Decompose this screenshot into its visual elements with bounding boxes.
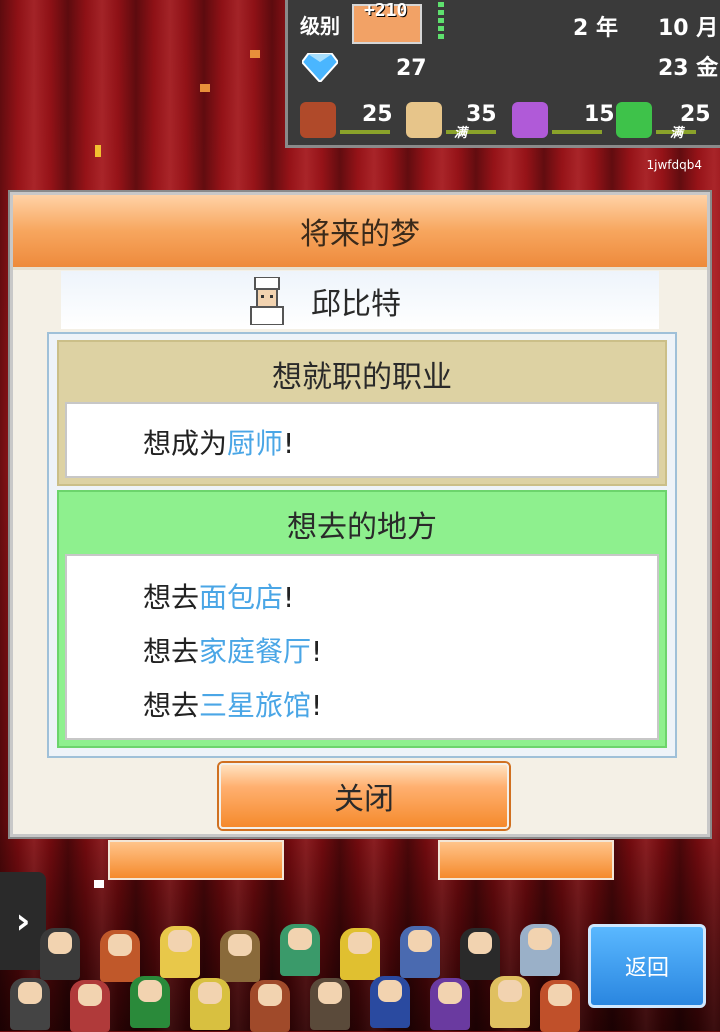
crowd-character bbox=[130, 976, 170, 1028]
job-name: 厨师 bbox=[227, 427, 284, 460]
crowd-character bbox=[40, 928, 80, 980]
resource-bar: 25 35 满 15 25 满 bbox=[294, 100, 719, 141]
place-line: 想去家庭餐厅! bbox=[143, 635, 323, 668]
place-name: 三星旅馆 bbox=[199, 689, 312, 722]
crowd-character bbox=[160, 926, 200, 978]
crowd-character bbox=[370, 976, 410, 1028]
place-name: 家庭餐厅 bbox=[199, 635, 312, 668]
crowd-character bbox=[250, 980, 290, 1032]
character-crowd bbox=[10, 920, 580, 1032]
book-icon bbox=[616, 102, 652, 138]
resource-value: 15 bbox=[584, 102, 615, 127]
resource-food: 25 bbox=[300, 100, 400, 140]
place-name: 面包店 bbox=[199, 581, 284, 614]
dream-info-box: 想就职的职业 想成为厨师! 想去的地方 想去面包店! 想去家庭餐厅! 想去三星旅… bbox=[47, 332, 677, 758]
status-panel: 级别 +210 2 年 10 月 27 23 金 25 35 满 15 25 满 bbox=[285, 0, 720, 148]
place-section-body: 想去面包店! 想去家庭餐厅! 想去三星旅馆! bbox=[65, 554, 659, 740]
place-section-heading: 想去的地方 bbox=[287, 510, 437, 545]
gold-display: 23 金 bbox=[658, 56, 719, 81]
confetti-piece bbox=[95, 145, 101, 157]
job-section-body: 想成为厨师! bbox=[65, 402, 659, 478]
place-section: 想去的地方 想去面包店! 想去家庭餐厅! 想去三星旅馆! bbox=[57, 490, 667, 748]
crowd-character bbox=[70, 980, 110, 1032]
chef-character-icon bbox=[250, 277, 284, 325]
orange-tab-right[interactable] bbox=[438, 840, 614, 880]
character-name-strip: 邱比特 bbox=[61, 271, 659, 329]
gem-count: 27 bbox=[396, 56, 427, 81]
diamond-icon bbox=[302, 53, 338, 82]
crowd-character bbox=[220, 930, 260, 982]
close-button[interactable]: 关闭 bbox=[219, 763, 509, 829]
place-line: 想去面包店! bbox=[143, 581, 295, 614]
crowd-character bbox=[100, 930, 140, 982]
crowd-character bbox=[540, 980, 580, 1032]
resource-full-badge: 满 bbox=[454, 126, 468, 141]
crowd-character bbox=[460, 928, 500, 980]
resource-music: 15 bbox=[512, 100, 615, 140]
crowd-character bbox=[400, 926, 440, 978]
resource-full-badge: 满 bbox=[670, 126, 684, 141]
resource-value: 35 bbox=[466, 102, 497, 127]
crowd-character bbox=[430, 978, 470, 1030]
resource-bag: 35 满 bbox=[406, 100, 506, 141]
month-display: 10 月 bbox=[658, 16, 719, 41]
resource-meter bbox=[552, 130, 602, 134]
year-display: 2 年 bbox=[573, 16, 618, 41]
player-id: 1jwfdqb4 bbox=[646, 158, 703, 172]
resource-meter bbox=[340, 130, 390, 134]
resource-value: 25 bbox=[680, 102, 711, 127]
crowd-character bbox=[340, 928, 380, 980]
crowd-character bbox=[280, 924, 320, 976]
music-note-icon bbox=[512, 102, 548, 138]
orange-tab-left[interactable] bbox=[108, 840, 284, 880]
crowd-character bbox=[310, 978, 350, 1030]
level-gain: +210 bbox=[364, 0, 408, 21]
crowd-character bbox=[190, 978, 230, 1030]
character-name: 邱比特 bbox=[311, 287, 401, 322]
resource-book: 25 满 bbox=[616, 100, 716, 141]
confetti-piece bbox=[94, 880, 104, 888]
job-section: 想就职的职业 想成为厨师! bbox=[57, 340, 667, 486]
level-progress-dots bbox=[438, 2, 444, 42]
place-line: 想去三星旅馆! bbox=[143, 689, 323, 722]
crowd-character bbox=[520, 924, 560, 976]
resource-value: 25 bbox=[362, 102, 393, 127]
bag-icon bbox=[406, 102, 442, 138]
crowd-character bbox=[10, 978, 50, 1030]
crowd-character bbox=[490, 976, 530, 1028]
dialog-title: 将来的梦 bbox=[13, 195, 707, 270]
food-icon bbox=[300, 102, 336, 138]
job-section-heading: 想就职的职业 bbox=[272, 360, 452, 395]
job-line: 想成为厨师! bbox=[143, 427, 295, 460]
confetti-piece bbox=[200, 84, 210, 92]
back-button[interactable]: 返回 bbox=[588, 924, 706, 1008]
future-dream-dialog: 将来的梦 邱比特 想就职的职业 想成为厨师! 想去的地方 想去面包店! 想去家庭… bbox=[10, 192, 710, 837]
level-label: 级别 bbox=[300, 14, 340, 38]
confetti-piece bbox=[250, 50, 260, 58]
